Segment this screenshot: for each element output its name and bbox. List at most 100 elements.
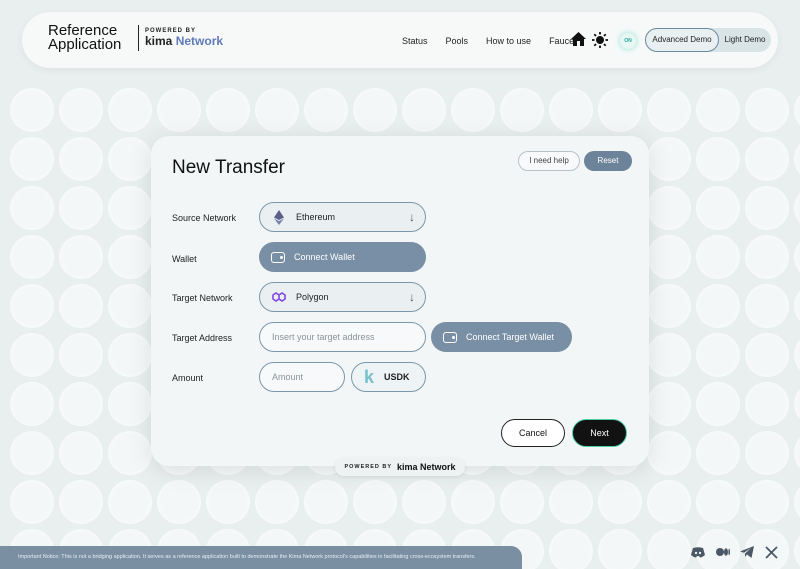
- background-circle: [10, 186, 54, 230]
- target-network-value: Polygon: [296, 292, 329, 302]
- background-circle: [696, 88, 740, 132]
- background-circle: [794, 382, 800, 426]
- background-circle: [108, 88, 152, 132]
- background-circle: [206, 480, 250, 524]
- background-circle: [647, 284, 691, 328]
- background-circle: [500, 88, 544, 132]
- wallet-icon: [271, 251, 285, 263]
- brand-title: Reference Application: [48, 22, 122, 53]
- nav-pools[interactable]: Pools: [446, 36, 469, 46]
- background-circle: [794, 480, 800, 524]
- medium-icon[interactable]: [715, 544, 731, 560]
- background-circle: [59, 480, 103, 524]
- token-value: USDK: [384, 372, 410, 382]
- new-transfer-card: New Transfer I need help Reset Source Ne…: [151, 136, 649, 466]
- advanced-demo-button[interactable]: Advanced Demo: [645, 28, 719, 52]
- background-circle: [598, 480, 642, 524]
- background-circle: [59, 333, 103, 377]
- background-circle: [304, 88, 348, 132]
- target-address-label: Target Address: [172, 333, 233, 343]
- background-circle: [59, 284, 103, 328]
- background-circle: [647, 480, 691, 524]
- background-circle: [10, 333, 54, 377]
- background-circle: [696, 480, 740, 524]
- background-circle: [59, 137, 103, 181]
- cancel-button[interactable]: Cancel: [501, 419, 565, 447]
- connect-wallet-label: Connect Wallet: [294, 252, 355, 262]
- background-circle: [794, 137, 800, 181]
- theme-toggle-badge[interactable]: ON: [620, 33, 636, 49]
- light-demo-button[interactable]: Light Demo: [719, 28, 771, 52]
- background-circle: [108, 284, 152, 328]
- home-icon[interactable]: [570, 32, 586, 48]
- background-circle: [794, 235, 800, 279]
- x-icon[interactable]: [763, 544, 779, 560]
- background-circle: [745, 137, 789, 181]
- background-circle: [696, 431, 740, 475]
- background-circle: [451, 480, 495, 524]
- background-circle: [647, 137, 691, 181]
- target-network-label: Target Network: [172, 293, 233, 303]
- background-circle: [10, 137, 54, 181]
- help-button[interactable]: I need help: [518, 151, 580, 171]
- background-circle: [402, 88, 446, 132]
- powered-by-kima-tab: POWERED BY kima Network: [335, 458, 465, 476]
- background-circle: [696, 235, 740, 279]
- background-circle: [794, 88, 800, 132]
- kima-network-logo: kima Network: [145, 34, 223, 48]
- nav-how-to-use[interactable]: How to use: [486, 36, 531, 46]
- connect-wallet-button[interactable]: Connect Wallet: [259, 242, 426, 272]
- background-circle: [598, 88, 642, 132]
- background-circle: [696, 284, 740, 328]
- background-circle: [59, 431, 103, 475]
- background-circle: [10, 480, 54, 524]
- background-circle: [206, 88, 250, 132]
- reset-button[interactable]: Reset: [584, 151, 632, 171]
- next-button[interactable]: Next: [572, 419, 627, 447]
- background-circle: [549, 480, 593, 524]
- background-circle: [353, 480, 397, 524]
- background-circle: [745, 382, 789, 426]
- background-circle: [108, 137, 152, 181]
- background-circle: [157, 480, 201, 524]
- sun-icon[interactable]: [592, 32, 608, 48]
- background-circle: [745, 235, 789, 279]
- background-circle: [696, 137, 740, 181]
- background-circle: [304, 480, 348, 524]
- background-circle: [108, 235, 152, 279]
- amount-input[interactable]: [259, 362, 345, 392]
- background-circle: [59, 235, 103, 279]
- source-network-label: Source Network: [172, 213, 237, 223]
- ethereum-icon: [272, 209, 286, 225]
- background-circle: [745, 186, 789, 230]
- token-select[interactable]: k USDK: [351, 362, 426, 392]
- background-circle: [647, 235, 691, 279]
- background-circle: [255, 480, 299, 524]
- background-circle: [598, 529, 642, 569]
- target-network-select[interactable]: Polygon ↓: [259, 282, 426, 312]
- network-word: Network: [175, 34, 224, 48]
- amount-label: Amount: [172, 373, 204, 383]
- nav-status[interactable]: Status: [402, 36, 428, 46]
- kima-word: kima: [145, 34, 173, 48]
- background-circle: [696, 333, 740, 377]
- brand-powered-by: POWERED BY kima Network: [145, 28, 223, 48]
- background-circle: [451, 88, 495, 132]
- brand-separator: [138, 25, 139, 51]
- background-circle: [647, 186, 691, 230]
- background-circle: [745, 333, 789, 377]
- source-network-select[interactable]: Ethereum ↓: [259, 202, 426, 232]
- target-address-input[interactable]: [259, 322, 426, 352]
- brand-logo[interactable]: Reference Application POWERED BY kima Ne…: [48, 22, 223, 53]
- background-circle: [745, 480, 789, 524]
- background-circle: [108, 186, 152, 230]
- discord-icon[interactable]: [690, 544, 706, 560]
- connect-target-wallet-button[interactable]: Connect Target Wallet: [431, 322, 572, 352]
- main-nav: Status Pools How to use Faucet: [402, 36, 595, 46]
- background-circle: [108, 333, 152, 377]
- powered-by-label: POWERED BY: [344, 464, 393, 470]
- telegram-icon[interactable]: [739, 544, 755, 560]
- background-circle: [696, 382, 740, 426]
- card-title: New Transfer: [172, 157, 285, 178]
- polygon-icon: [272, 290, 286, 304]
